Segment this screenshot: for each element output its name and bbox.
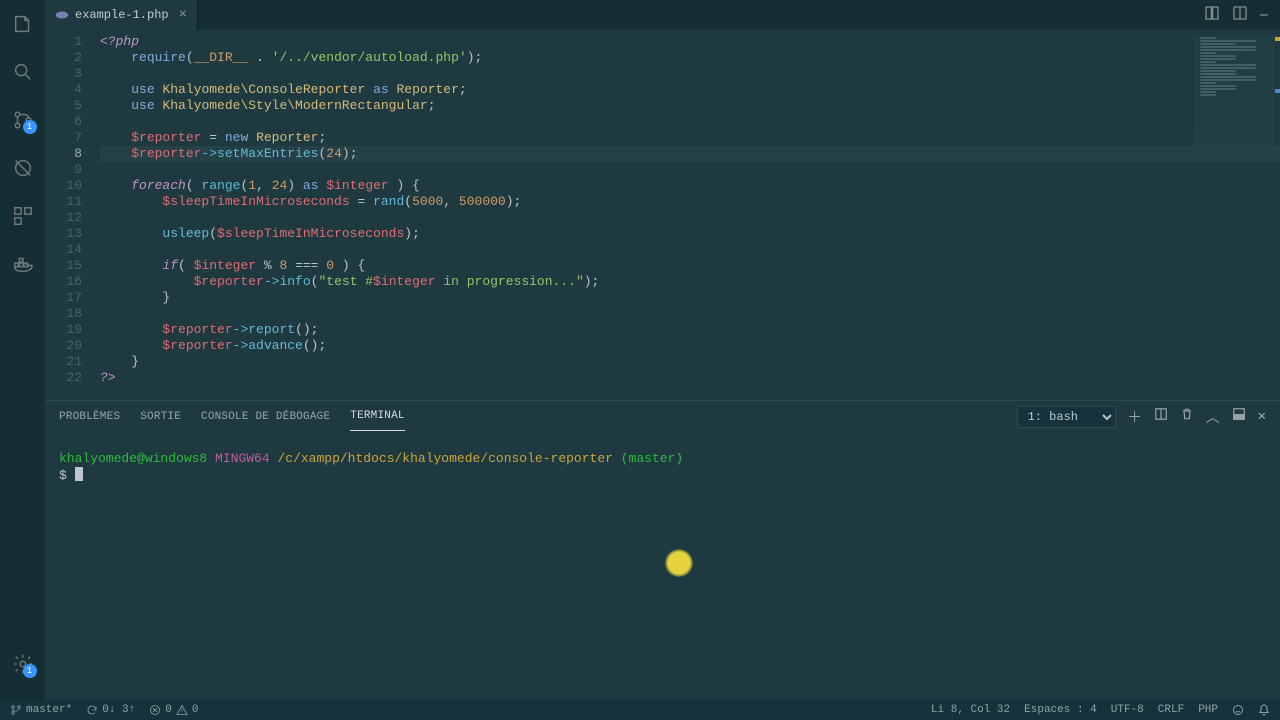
panel-tab-terminal[interactable]: TERMINAL [350, 402, 404, 431]
tab-bar-actions: ⋯ [1204, 0, 1280, 30]
terminal-line-1: khalyomede@windows8 MINGW64 /c/xampp/htd… [59, 451, 683, 466]
activity-bar: 1 1 [0, 0, 45, 700]
status-branch[interactable]: master* [10, 704, 72, 716]
panel-tab-output[interactable]: SORTIE [140, 403, 181, 431]
sync-icon [86, 704, 98, 716]
maximize-panel-icon[interactable] [1232, 407, 1246, 426]
minimap[interactable] [1194, 36, 1274, 146]
panel-tab-debug-console[interactable]: CONSOLE DE DÉBOGAGE [201, 403, 330, 431]
error-icon [149, 704, 161, 716]
scm-badge: 1 [23, 120, 37, 134]
explorer-icon[interactable] [11, 12, 35, 36]
tab-example-1-php[interactable]: example-1.php × [45, 0, 198, 30]
status-eol[interactable]: CRLF [1158, 704, 1184, 716]
code-content[interactable]: <?php require(__DIR__ . '/../vendor/auto… [100, 30, 1280, 400]
more-actions-icon[interactable]: ⋯ [1260, 8, 1268, 23]
git-branch-icon [10, 704, 22, 716]
terminal-content[interactable]: khalyomede@windows8 MINGW64 /c/xampp/htd… [45, 433, 1280, 700]
terminal-panel: PROBLÈMES SORTIE CONSOLE DE DÉBOGAGE TER… [45, 400, 1280, 700]
editor-area: example-1.php × ⋯ 1234567891011121314151… [45, 0, 1280, 400]
new-terminal-icon[interactable]: ＋ [1128, 407, 1142, 427]
status-sync[interactable]: 0↓ 3↑ [86, 704, 135, 716]
settings-gear-icon[interactable]: 1 [11, 652, 35, 676]
terminal-line-2: $ [59, 468, 83, 483]
panel-chevron-up-icon[interactable]: ︿ [1206, 407, 1220, 427]
split-editor-icon[interactable] [1232, 5, 1248, 25]
tab-filename: example-1.php [75, 8, 169, 22]
tab-close-icon[interactable]: × [179, 7, 187, 23]
status-encoding[interactable]: UTF-8 [1111, 704, 1144, 716]
terminal-cursor [75, 467, 83, 481]
editor[interactable]: 12345678910111213141516171819202122 <?ph… [45, 30, 1280, 400]
line-number-gutter: 12345678910111213141516171819202122 [45, 30, 100, 400]
status-bell-icon[interactable] [1258, 704, 1270, 716]
cursor-highlight-marker [665, 549, 693, 577]
status-feedback-icon[interactable] [1232, 704, 1244, 716]
warning-icon [176, 704, 188, 716]
status-indentation[interactable]: Espaces : 4 [1024, 704, 1097, 716]
status-bar: master* 0↓ 3↑ 0 0 Li 8, Col 32 Espaces :… [0, 700, 1280, 720]
close-panel-icon[interactable]: ✕ [1258, 408, 1266, 425]
extensions-icon[interactable] [11, 204, 35, 228]
status-line-col[interactable]: Li 8, Col 32 [931, 704, 1010, 716]
status-language[interactable]: PHP [1198, 704, 1218, 716]
terminal-shell-select[interactable]: 1: bash [1017, 406, 1116, 428]
kill-terminal-icon[interactable] [1180, 407, 1194, 426]
panel-tab-bar: PROBLÈMES SORTIE CONSOLE DE DÉBOGAGE TER… [45, 401, 1280, 433]
panel-tab-problems[interactable]: PROBLÈMES [59, 403, 120, 431]
split-terminal-icon[interactable] [1154, 407, 1168, 426]
compare-changes-icon[interactable] [1204, 5, 1220, 25]
php-file-icon [55, 8, 69, 22]
panel-actions: 1: bash ＋ ︿ ✕ [1017, 406, 1266, 428]
debug-icon[interactable] [11, 156, 35, 180]
docker-icon[interactable] [11, 252, 35, 276]
settings-badge: 1 [23, 664, 37, 678]
tab-bar: example-1.php × ⋯ [45, 0, 1280, 30]
source-control-icon[interactable]: 1 [11, 108, 35, 132]
status-problems[interactable]: 0 0 [149, 704, 198, 716]
overview-ruler[interactable] [1275, 30, 1280, 400]
search-icon[interactable] [11, 60, 35, 84]
